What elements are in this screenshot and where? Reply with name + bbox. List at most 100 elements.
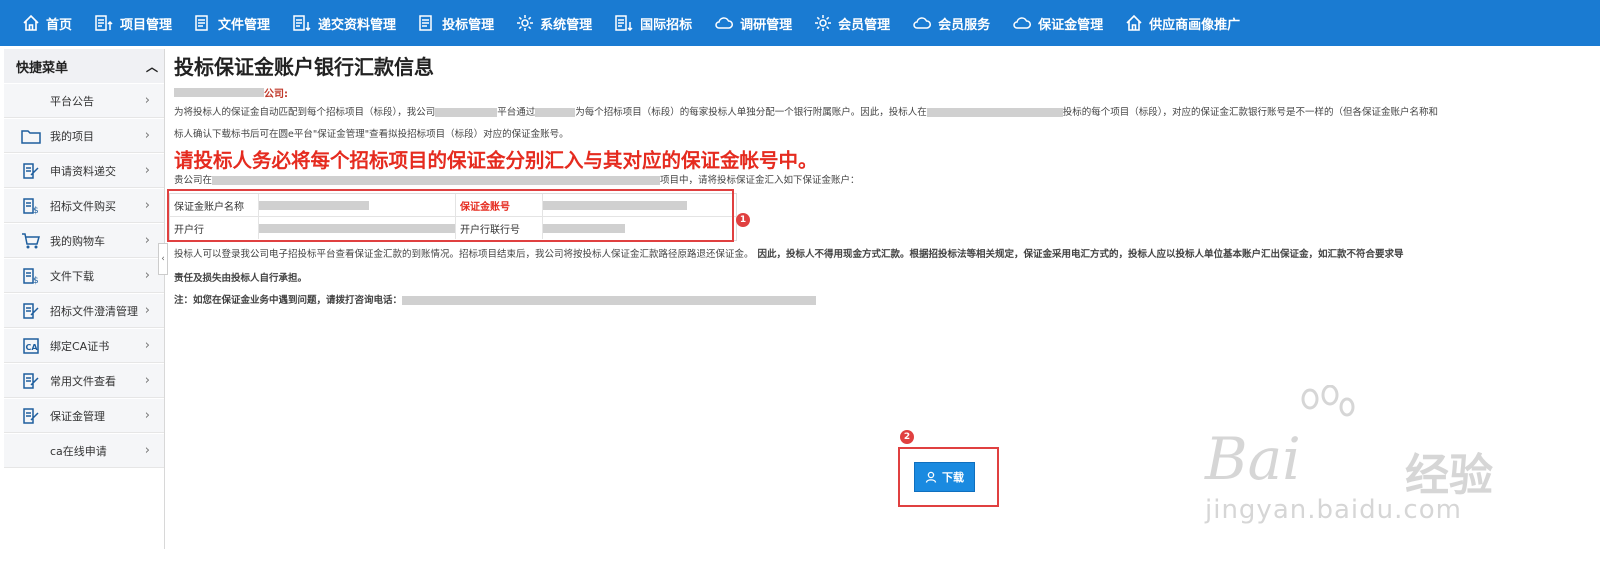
highlight-box-1 (167, 189, 734, 242)
sidebar-item[interactable]: $ 招标文件购买 › (4, 189, 164, 223)
home-icon (1126, 14, 1142, 31)
chevron-up-icon[interactable]: ︿ (146, 58, 158, 75)
nav-file-management[interactable]: 文件管理 (183, 0, 281, 46)
nav-deposit-management[interactable]: 保证金管理 (1001, 0, 1114, 46)
nav-research-management[interactable]: 调研管理 (703, 0, 803, 46)
sidebar-item[interactable]: ca在线申请 › (4, 434, 164, 468)
redacted-text (926, 108, 1063, 117)
sidebar-collapse-toggle[interactable]: ‹ (158, 243, 168, 275)
chevron-left-icon: ‹ (161, 254, 165, 264)
nav-label: 文件管理 (218, 17, 271, 33)
sidebar-item-label: 我的项目 (50, 129, 94, 143)
chevron-right-icon: › (144, 408, 150, 423)
intro-text-b: 平台通过 (497, 107, 536, 118)
watermark-url: jingyan.baidu.com (1205, 495, 1462, 525)
nav-supplier-promotion[interactable]: 供应商画像推广 (1114, 0, 1251, 46)
folder-icon (16, 128, 46, 144)
sidebar-item[interactable]: CA 绑定CA证书 › (4, 329, 164, 363)
sidebar-item-label: 文件下载 (50, 269, 94, 283)
account-intro: 贵公司在 项目中，请将投标保证金汇入如下保证金账户： (174, 174, 1594, 188)
sidebar-item[interactable]: 招标文件澄清管理 › (4, 294, 164, 328)
nav-member-services[interactable]: 会员服务 (901, 0, 1001, 46)
sidebar-item[interactable]: 平台公告 › (4, 84, 164, 118)
cloud-icon (715, 17, 734, 29)
doc-down-icon (293, 15, 311, 32)
home-icon (23, 14, 39, 31)
edit-doc-icon (16, 407, 46, 425)
sidebar-item[interactable]: 我的项目 › (4, 119, 164, 153)
nav-submission-management[interactable]: 递交资料管理 (281, 0, 407, 46)
step-badge-2: 2 (900, 430, 914, 444)
nav-bid-management[interactable]: 投标管理 (407, 0, 505, 46)
gear-icon (815, 15, 832, 31)
ca-icon: CA (16, 337, 46, 355)
step-badge-1: 1 (736, 213, 750, 227)
sidebar-item-label: 我的购物车 (50, 234, 105, 248)
account-intro-a: 贵公司在 (174, 175, 213, 186)
watermark-brand-cn: 经验 (1405, 450, 1493, 501)
sidebar-item[interactable]: 常用文件查看 › (4, 364, 164, 398)
chevron-right-icon: › (144, 233, 150, 248)
notice-paragraph: 投标人可以登录我公司电子招投标平台查看保证金汇款的到账情况。招标项目结束后，我公… (174, 244, 1404, 266)
quick-menu-sidebar: 快捷菜单 ︿ 平台公告 › 我的项目 › 申请资料递交 › $ 招标文件购买 › 我的购物车 › $ 文… (4, 49, 165, 549)
doc-down-icon (615, 15, 633, 32)
top-navigation: 首页 项目管理 文件管理 递交资料管理 投标管理 系统管理 国际招标 调研管理 … (0, 0, 1600, 46)
company-suffix: 公司: (264, 88, 288, 100)
quick-menu-header[interactable]: 快捷菜单 ︿ (4, 49, 164, 83)
edit-doc-icon (16, 372, 46, 390)
intro-text-a: 为将投标人的保证金自动匹配到每个招标项目（标段），我公司 (174, 107, 436, 118)
intro-text-d: 投标的每个项目（标段），对应的保证金汇款银行账号是不一样的（但各保证金账户名称和 (1062, 107, 1439, 118)
nav-member-management[interactable]: 会员管理 (803, 0, 901, 46)
chevron-right-icon: › (144, 268, 150, 283)
chevron-right-icon: › (144, 163, 150, 178)
notice-text-a: 投标人可以登录我公司电子招投标平台查看保证金汇款的到账情况。招标项目结束后，我公… (174, 249, 754, 260)
chevron-right-icon: › (144, 198, 150, 213)
sidebar-item-label: 平台公告 (50, 94, 94, 108)
nav-label: 保证金管理 (1038, 17, 1104, 33)
nav-label: 调研管理 (740, 17, 793, 33)
sidebar-item-label: 绑定CA证书 (50, 339, 110, 353)
sidebar-item[interactable]: 我的购物车 › (4, 224, 164, 258)
chevron-right-icon: › (144, 303, 150, 318)
nav-label: 会员服务 (938, 17, 991, 33)
sidebar-item[interactable]: $ 文件下载 › (4, 259, 164, 293)
nav-label: 递交资料管理 (318, 17, 397, 33)
nav-project-management[interactable]: 项目管理 (83, 0, 183, 46)
redacted-text (212, 176, 661, 185)
sidebar-item[interactable]: 保证金管理 › (4, 399, 164, 433)
account-intro-b: 项目中，请将投标保证金汇入如下保证金账户： (660, 175, 860, 186)
nav-home[interactable]: 首页 (0, 0, 83, 46)
warning-text: 请投标人务必将每个招标项目的保证金分别汇入与其对应的保证金帐号中。 (174, 149, 818, 172)
nav-system-management[interactable]: 系统管理 (505, 0, 603, 46)
chevron-right-icon: › (144, 93, 150, 108)
edit-doc-icon (16, 162, 46, 180)
baidu-jingyan-watermark: Bai 经验 jingyan.baidu.com (1205, 385, 1505, 555)
consult-note: 注：如您在保证金业务中遇到问题，请拨打咨询电话： (174, 290, 817, 312)
download-label: 下载 (942, 471, 964, 484)
redacted-text (435, 108, 498, 117)
sidebar-item-label: 招标文件澄清管理 (50, 304, 138, 318)
sidebar-item-label: ca在线申请 (50, 444, 107, 458)
intro-paragraph-2: 标人确认下载标书后可在圆e平台"保证金管理"查看拟投招标项目（标段）对应的保证金… (174, 129, 569, 140)
cloud-icon (913, 17, 932, 29)
cart-icon (16, 232, 46, 250)
svg-text:$: $ (33, 206, 39, 215)
sidebar-item-label: 招标文件购买 (50, 199, 116, 213)
chevron-right-icon: › (144, 338, 150, 353)
dollar-doc-icon: $ (16, 267, 46, 285)
gear-icon (517, 15, 534, 31)
redacted-phone (402, 296, 817, 305)
company-greeting: 公司: (174, 84, 1594, 100)
chevron-right-icon: › (144, 128, 150, 143)
doc-icon (195, 15, 208, 31)
nav-international-bidding[interactable]: 国际招标 (603, 0, 703, 46)
notice-text-b: 因此，投标人不得用现金方式汇款。根据招投标法等相关规定，保证金采用电汇方式的，投… (757, 249, 1404, 260)
page-title: 投标保证金账户银行汇款信息 (174, 55, 434, 79)
user-icon (925, 471, 937, 483)
download-button[interactable]: 下载 (914, 462, 975, 492)
main-content: 投标保证金账户银行汇款信息 公司: 为将投标人的保证金自动匹配到每个招标项目（标… (174, 52, 1594, 188)
chevron-right-icon: › (144, 373, 150, 388)
sidebar-item[interactable]: 申请资料递交 › (4, 154, 164, 188)
intro-text-c: 为每个招标项目（标段）的每家投标人单独分配一个银行附属账户。因此，投标人在 (575, 107, 927, 118)
cloud-icon (1013, 17, 1032, 29)
